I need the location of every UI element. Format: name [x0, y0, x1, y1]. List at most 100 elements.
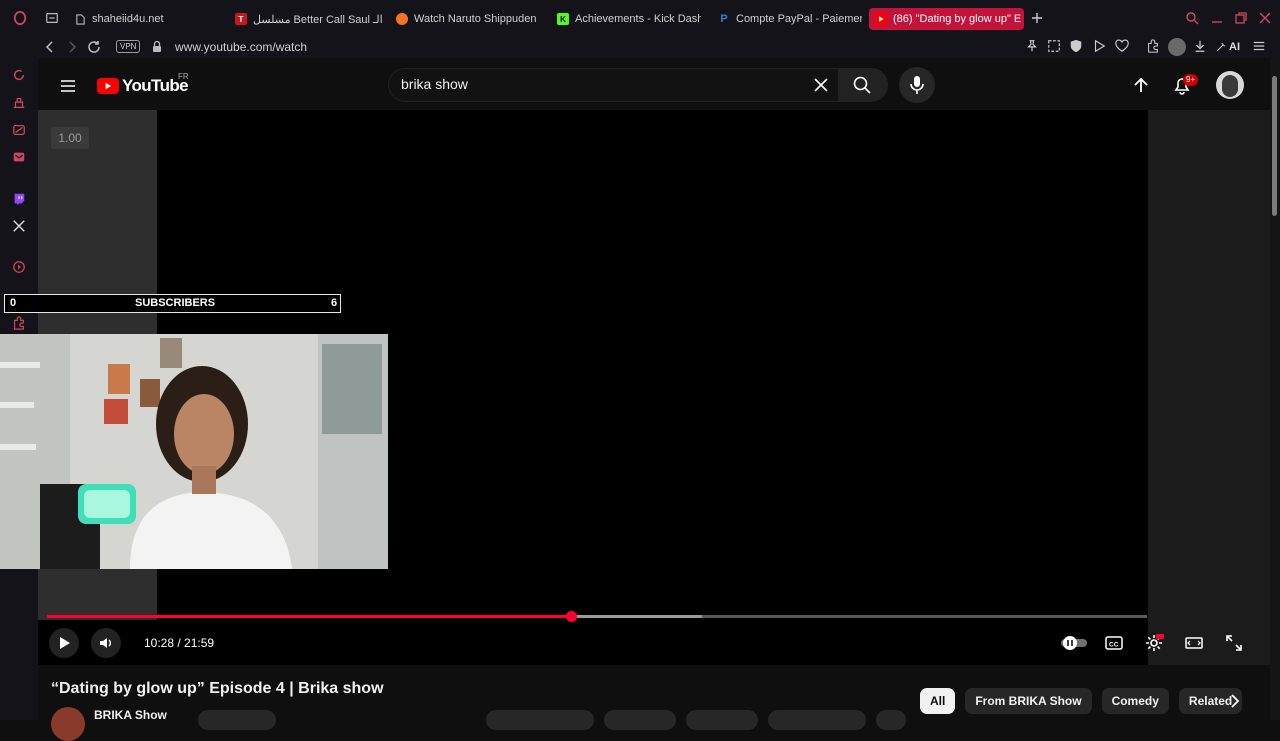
captions-icon[interactable]: CC	[1104, 633, 1124, 653]
tab-label: (86) "Dating by glow up" E	[893, 13, 1022, 25]
ai-label: AI	[1229, 41, 1240, 53]
snapshot-icon[interactable]	[1047, 39, 1063, 55]
tab-label: shaheiid4u.net	[92, 13, 164, 25]
easy-setup-menu-icon[interactable]	[1252, 39, 1268, 55]
related-chips: All From BRIKA Show Comedy Related	[920, 688, 1243, 714]
address-bar: VPN www.youtube.com/watch AI	[0, 36, 1280, 58]
tab-better-call-saul[interactable]: T مسلسل Better Call Saul الـ	[229, 8, 384, 30]
x-twitter-icon[interactable]	[12, 219, 28, 235]
menu-icon[interactable]	[58, 76, 78, 96]
play-icon	[56, 635, 72, 651]
video-frame-right-panel	[1148, 110, 1270, 665]
extensions-icon[interactable]	[1146, 39, 1162, 55]
chips-next-chevron-icon[interactable]	[1226, 692, 1244, 710]
tab-naruto[interactable]: Watch Naruto Shippuden -	[390, 8, 540, 30]
gmail-icon[interactable]	[12, 150, 28, 166]
minimize-icon[interactable]	[1210, 11, 1224, 25]
download-button[interactable]	[768, 710, 866, 730]
more-actions-button[interactable]	[876, 710, 906, 730]
back-icon[interactable]	[42, 39, 58, 55]
voice-search-button[interactable]	[899, 67, 935, 103]
chip-all[interactable]: All	[920, 688, 956, 714]
region-code: FR	[178, 72, 189, 81]
heart-icon[interactable]	[1115, 39, 1131, 55]
subscriber-bar-left-value: 0	[10, 297, 17, 309]
tab-label: Watch Naruto Shippuden -	[414, 13, 540, 25]
fullscreen-icon[interactable]	[1224, 633, 1244, 653]
tab-kick-dash[interactable]: K Achievements - Kick Dash	[551, 8, 701, 30]
workspaces-icon[interactable]	[12, 96, 28, 112]
top-site-icon: T	[235, 13, 247, 25]
theater-mode-icon[interactable]	[1184, 633, 1204, 653]
subscriber-bar-right-value: 6	[331, 297, 338, 309]
tab-manager-icon[interactable]	[45, 11, 59, 25]
paypal-icon: P	[720, 13, 728, 25]
settings-gear-icon[interactable]	[1144, 633, 1164, 653]
tab-label: Compte PayPal - Paiemen	[736, 13, 862, 25]
chip-from-channel[interactable]: From BRIKA Show	[965, 688, 1092, 714]
volume-icon	[98, 635, 114, 651]
youtube-logo-icon	[97, 78, 119, 94]
profile-avatar[interactable]	[1168, 38, 1186, 56]
youtube-icon	[875, 13, 887, 25]
scrollbar-thumb[interactable]	[1272, 76, 1277, 216]
volume-button[interactable]	[91, 628, 121, 658]
tab-shaheiid4u[interactable]: shaheiid4u.net	[68, 8, 218, 30]
close-window-icon[interactable]	[1258, 11, 1272, 25]
page-icon	[74, 13, 86, 25]
crunchyroll-icon	[396, 13, 408, 25]
like-dislike-button[interactable]	[486, 710, 594, 730]
subscribe-button[interactable]	[198, 710, 276, 730]
save-button[interactable]	[686, 710, 758, 730]
url-field[interactable]: www.youtube.com/watch	[175, 40, 307, 54]
chip-comedy[interactable]: Comedy	[1101, 688, 1169, 714]
lock-icon[interactable]	[149, 39, 165, 55]
upload-icon[interactable]	[1131, 75, 1151, 95]
video-title: “Dating by glow up” Episode 4 | Brika sh…	[51, 680, 384, 697]
autoplay-toggle[interactable]	[1060, 633, 1087, 653]
tab-label: مسلسل Better Call Saul الـ	[253, 13, 383, 26]
youtube-logo[interactable]: YouTube	[97, 76, 189, 96]
playback-speed-overlay: 1.00	[51, 127, 89, 149]
microphone-icon	[908, 75, 926, 95]
webcam-scene-image	[0, 334, 388, 569]
ai-button[interactable]: AI	[1215, 39, 1245, 55]
opera-logo-icon[interactable]	[13, 11, 27, 25]
download-icon[interactable]	[1193, 39, 1209, 55]
messenger-icon[interactable]	[12, 123, 28, 139]
aria-icon[interactable]	[12, 68, 28, 84]
svg-text:CC: CC	[1109, 642, 1119, 649]
notification-count-badge: 9+	[1183, 74, 1199, 86]
progress-bar-played	[47, 615, 571, 618]
kick-icon: K	[557, 13, 569, 25]
tab-paypal[interactable]: P Compte PayPal - Paiemen	[712, 8, 862, 30]
twitch-icon[interactable]	[12, 192, 28, 208]
restore-icon[interactable]	[1234, 11, 1248, 25]
share-button[interactable]	[604, 710, 676, 730]
progress-scrubber-handle[interactable]	[565, 611, 577, 622]
search-input[interactable]: brika show	[401, 76, 468, 92]
forward-icon[interactable]	[64, 39, 80, 55]
tab-youtube-active[interactable]: (86) "Dating by glow up" E	[869, 8, 1024, 30]
account-avatar[interactable]	[1216, 71, 1244, 99]
play-button[interactable]	[49, 628, 79, 658]
player-icon[interactable]	[1092, 39, 1108, 55]
clear-search-icon[interactable]	[812, 76, 830, 94]
extensions-sidebar-icon[interactable]	[12, 316, 28, 332]
player-sidebar-icon[interactable]	[12, 260, 28, 276]
search-button[interactable]	[838, 68, 888, 102]
search-tabs-icon[interactable]	[1185, 11, 1199, 25]
new-tab-icon[interactable]	[1030, 11, 1044, 25]
ai-icon	[1216, 42, 1226, 52]
subscriber-bar-label: SUBSCRIBERS	[135, 297, 216, 309]
webcam-overlay	[0, 334, 388, 569]
tab-label: Achievements - Kick Dash	[575, 13, 701, 25]
reload-icon[interactable]	[86, 39, 102, 55]
pin-icon[interactable]	[1025, 39, 1041, 55]
channel-avatar[interactable]	[51, 707, 85, 741]
search-icon	[852, 75, 872, 95]
vpn-badge[interactable]: VPN	[116, 40, 141, 53]
subscriber-counter-bar: 0 SUBSCRIBERS 6	[4, 294, 341, 313]
browser-tab-bar: shaheiid4u.net T مسلسل Better Call Saul …	[0, 0, 1280, 36]
shield-icon[interactable]	[1069, 39, 1085, 55]
